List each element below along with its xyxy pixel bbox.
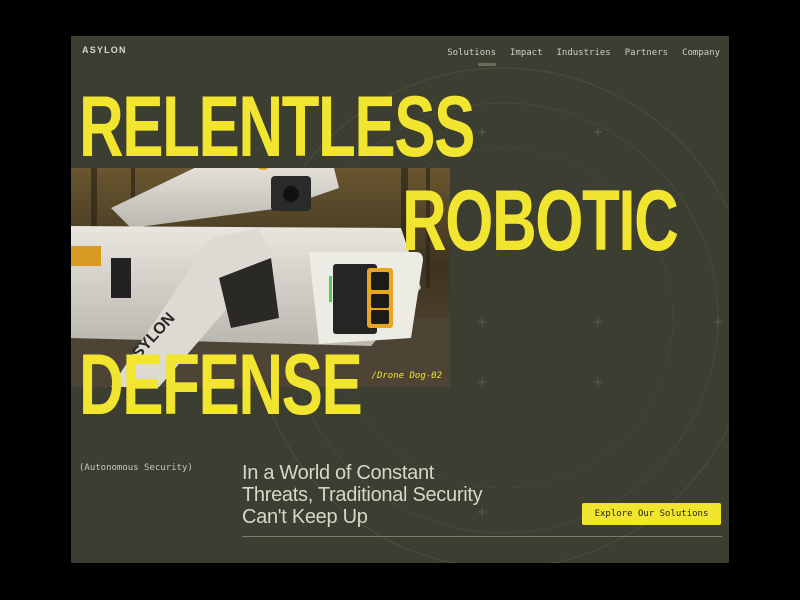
nav-item-partners[interactable]: Partners: [625, 48, 668, 58]
headline-line-3: DEFENSE: [79, 337, 363, 433]
nav-item-impact[interactable]: Impact: [510, 48, 543, 58]
nav-item-company[interactable]: Company: [682, 48, 720, 58]
divider-line: [242, 536, 722, 537]
lead-line-2: Threats, Traditional Security: [242, 484, 483, 506]
nav-item-solutions[interactable]: Solutions: [447, 48, 496, 58]
headline-line-1: RELENTLESS: [79, 79, 475, 175]
explore-solutions-button[interactable]: Explore Our Solutions: [582, 503, 721, 525]
hero-section: ASYLON Solutions Impact Industries Partn…: [71, 36, 729, 563]
top-navigation: Solutions Impact Industries Partners Com…: [447, 48, 720, 58]
hero-tagline: (Autonomous Security): [79, 463, 193, 473]
hero-lead-text: In a World of Constant Threats, Traditio…: [242, 462, 542, 528]
lead-line-1: In a World of Constant: [242, 462, 435, 484]
brand-logo[interactable]: ASYLON: [82, 45, 127, 55]
lead-line-3: Can't Keep Up: [242, 506, 368, 528]
nav-item-industries[interactable]: Industries: [557, 48, 611, 58]
headline-line-2: ROBOTIC: [402, 173, 679, 269]
nav-active-indicator: [478, 63, 496, 66]
photo-caption: /Drone Dog-02: [371, 371, 442, 381]
